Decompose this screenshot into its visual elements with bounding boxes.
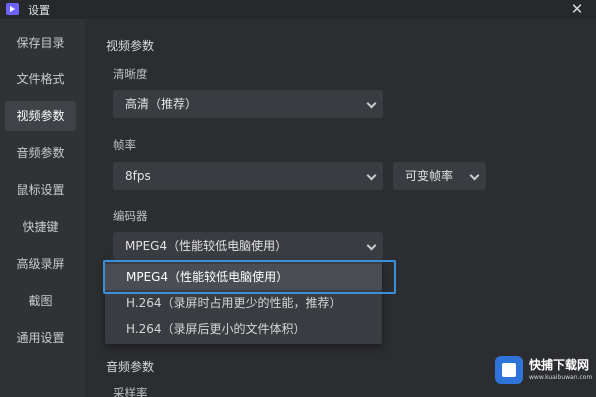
clarity-value: 高清（推荐） [125,97,198,111]
sidebar-item-audio-params[interactable]: 音频参数 [5,138,76,168]
watermark-title: 快捕下载网 [529,358,590,372]
encoder-label: 编码器 [113,209,148,223]
encoder-option-h264-performance[interactable]: H.264（录屏时占用更少的性能，推荐） [105,290,382,316]
chevron-down-icon [366,240,377,251]
sample-rate-label: 采样率 [113,386,148,397]
sidebar-item-hotkeys[interactable]: 快捷键 [5,212,76,242]
chevron-down-icon [469,170,480,181]
sidebar-item-screenshot[interactable]: 截图 [5,286,76,316]
sidebar-item-mouse-settings[interactable]: 鼠标设置 [5,175,76,205]
framerate-mode-value: 可变帧率 [405,169,454,183]
encoder-select[interactable]: MPEG4（性能较低电脑使用） [113,232,383,260]
video-section-title: 视频参数 [106,39,155,53]
framerate-value: 8fps [125,169,151,183]
sidebar-item-advanced-recording[interactable]: 高级录屏 [5,249,76,279]
sidebar-item-video-params[interactable]: 视频参数 [5,101,76,131]
app-logo-icon [6,3,19,15]
framerate-mode-select[interactable]: 可变帧率 [393,162,486,190]
clarity-label: 清晰度 [113,67,148,81]
framerate-select[interactable]: 8fps [113,162,383,190]
close-icon[interactable]: ✕ [568,0,586,18]
clarity-select[interactable]: 高清（推荐） [113,90,383,118]
window-title: 设置 [28,4,50,17]
encoder-dropdown: MPEG4（性能较低电脑使用） H.264（录屏时占用更少的性能，推荐） H.2… [105,261,382,344]
audio-section-title: 音频参数 [106,360,155,374]
watermark-logo-icon [495,356,523,384]
chevron-down-icon [366,170,377,181]
sidebar-item-general-settings[interactable]: 通用设置 [5,323,76,353]
framerate-label: 帧率 [113,138,136,152]
settings-sidebar: 保存目录 文件格式 视频参数 音频参数 鼠标设置 快捷键 高级录屏 截图 通用设… [0,19,85,397]
watermark-subtitle: www.kuaibuwan.com [529,374,593,381]
encoder-option-h264-size[interactable]: H.264（录屏后更小的文件体积） [105,316,382,342]
title-bar: 设置 ✕ [0,0,596,19]
watermark: 快捕下载网 www.kuaibuwan.com [489,348,596,397]
sidebar-item-file-format[interactable]: 文件格式 [5,64,76,94]
encoder-option-mpeg4[interactable]: MPEG4（性能较低电脑使用） [105,264,382,290]
chevron-down-icon [366,98,377,109]
encoder-value: MPEG4（性能较低电脑使用） [125,239,288,253]
sidebar-item-save-directory[interactable]: 保存目录 [5,28,76,58]
